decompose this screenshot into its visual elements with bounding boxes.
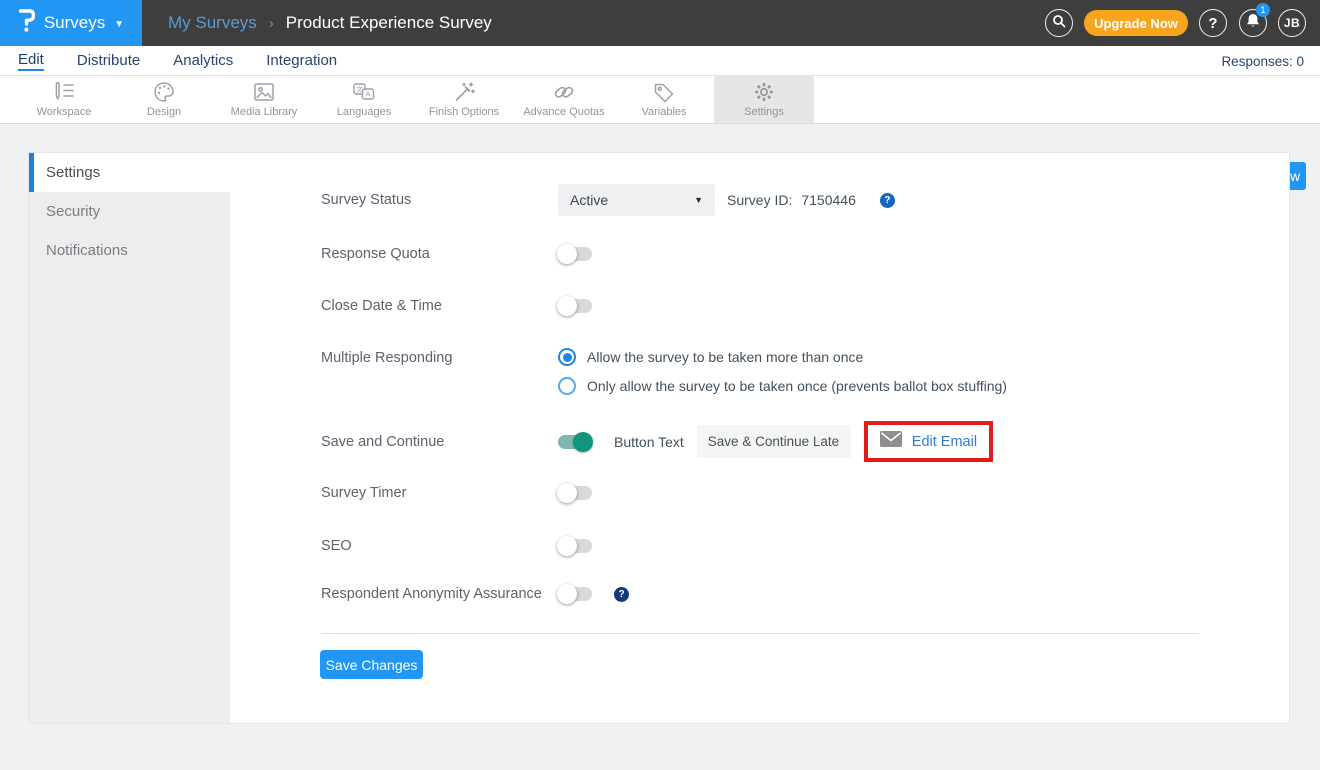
workspace-icon [52,81,76,103]
variables-tag-icon [652,81,676,103]
respondent-anonymity-toggle[interactable] [558,587,592,601]
respondent-anonymity-help-icon[interactable]: ? [614,587,629,602]
seo-label: SEO [321,538,558,554]
edit-email-label: Edit Email [912,434,977,450]
save-and-continue-label: Save and Continue [321,434,558,450]
edit-email-button-highlighted[interactable]: Edit Email [864,421,993,462]
search-button[interactable] [1045,9,1073,37]
breadcrumb: My Surveys › Product Experience Survey [168,0,492,46]
toolbar-item-workspace[interactable]: Workspace [14,76,114,123]
finish-options-wand-icon [452,81,476,103]
response-quota-toggle[interactable] [558,247,592,261]
design-palette-icon [152,81,176,103]
survey-id-value: 7150446 [801,192,856,208]
toggle-knob [557,483,577,503]
radio-option-only-once[interactable]: Only allow the survey to be taken once (… [558,377,1007,395]
breadcrumb-current-survey: Product Experience Survey [286,13,492,33]
settings-panel: Settings Security Notifications Survey S… [28,152,1290,724]
advance-quotas-chain-icon [551,81,577,103]
seo-toggle[interactable] [558,539,592,553]
svg-text:A: A [365,90,370,99]
seo-row: SEO [321,536,592,556]
question-mark-icon: ? [1208,15,1217,32]
survey-status-value: Active [570,192,608,208]
toolbar-item-languages[interactable]: 文 A Languages [314,76,414,123]
toggle-knob [557,536,577,556]
survey-timer-label: Survey Timer [321,485,558,501]
close-date-row: Close Date & Time [321,296,592,316]
questionpro-logo-icon [18,8,35,38]
toolbar-item-variables[interactable]: Variables [614,76,714,123]
envelope-icon [880,431,902,452]
toolbar-item-advance-quotas[interactable]: Advance Quotas [514,76,614,123]
tab-edit[interactable]: Edit [18,46,44,75]
breadcrumb-separator-icon: › [269,15,274,32]
form-divider [321,633,1199,634]
multiple-responding-row: Multiple Responding Allow the survey to … [321,348,1007,395]
radio-selected-icon [558,348,576,366]
dropdown-caret-icon: ▼ [694,195,703,205]
save-and-continue-row: Save and Continue Button Text Edit Email [321,421,993,462]
product-switcher[interactable]: Surveys ▼ [0,0,142,46]
respondent-anonymity-row: Respondent Anonymity Assurance ? [321,584,629,604]
survey-status-row: Survey Status Active ▼ Survey ID: 715044… [321,184,895,216]
multiple-responding-options: Allow the survey to be taken more than o… [558,348,1007,395]
settings-gear-icon [752,81,776,103]
response-quota-row: Response Quota [321,244,592,264]
close-date-label: Close Date & Time [321,298,558,314]
sidebar-item-notifications[interactable]: Notifications [29,231,230,270]
survey-timer-toggle[interactable] [558,486,592,500]
sidebar-item-settings[interactable]: Settings [29,153,230,192]
tab-integration[interactable]: Integration [266,46,337,75]
multiple-responding-label: Multiple Responding [321,350,558,366]
survey-id-help-icon[interactable]: ? [880,193,895,208]
close-date-toggle[interactable] [558,299,592,313]
button-text-label: Button Text [614,434,684,450]
save-changes-button[interactable]: Save Changes [320,650,423,679]
avatar[interactable]: JB [1278,9,1306,37]
toolbar-item-finish-options[interactable]: Finish Options [414,76,514,123]
search-icon [1052,14,1066,33]
avatar-initials: JB [1284,16,1300,30]
languages-icon: 文 A [351,81,377,103]
toggle-knob [557,244,577,264]
breadcrumb-my-surveys[interactable]: My Surveys [168,13,257,33]
product-label: Surveys [44,13,105,33]
media-library-icon [252,81,276,103]
chevron-down-icon: ▼ [114,19,124,30]
toggle-knob [557,296,577,316]
survey-status-label: Survey Status [321,192,558,208]
bell-icon [1246,13,1260,33]
save-and-continue-toggle[interactable] [558,435,592,449]
responses-count[interactable]: Responses: 0 [1221,46,1304,76]
response-quota-label: Response Quota [321,246,558,262]
toolbar-item-media-library[interactable]: Media Library [214,76,314,123]
survey-id-label: Survey ID: [727,192,792,208]
upgrade-now-button[interactable]: Upgrade Now [1084,10,1188,36]
radio-unselected-icon [558,377,576,395]
tab-analytics[interactable]: Analytics [173,46,233,75]
settings-sidebar: Settings Security Notifications [29,153,230,723]
notification-count-badge: 1 [1256,3,1270,17]
button-text-input[interactable] [697,425,851,458]
radio-option-allow-multiple[interactable]: Allow the survey to be taken more than o… [558,348,1007,366]
tab-distribute[interactable]: Distribute [77,46,140,75]
toolbar-item-settings[interactable]: Settings [714,76,814,123]
sidebar-item-security[interactable]: Security [29,192,230,231]
toggle-knob [557,584,577,604]
toolbar-item-design[interactable]: Design [114,76,214,123]
toggle-knob [573,432,593,452]
edit-toolbar: Workspace Design Media Library [0,76,1320,124]
survey-nav: Edit Distribute Analytics Integration Re… [0,46,1320,76]
help-button[interactable]: ? [1199,9,1227,37]
respondent-anonymity-label: Respondent Anonymity Assurance [321,586,558,602]
survey-timer-row: Survey Timer [321,483,592,503]
top-header: Surveys ▼ My Surveys › Product Experienc… [0,0,1320,46]
survey-status-dropdown[interactable]: Active ▼ [558,184,715,216]
